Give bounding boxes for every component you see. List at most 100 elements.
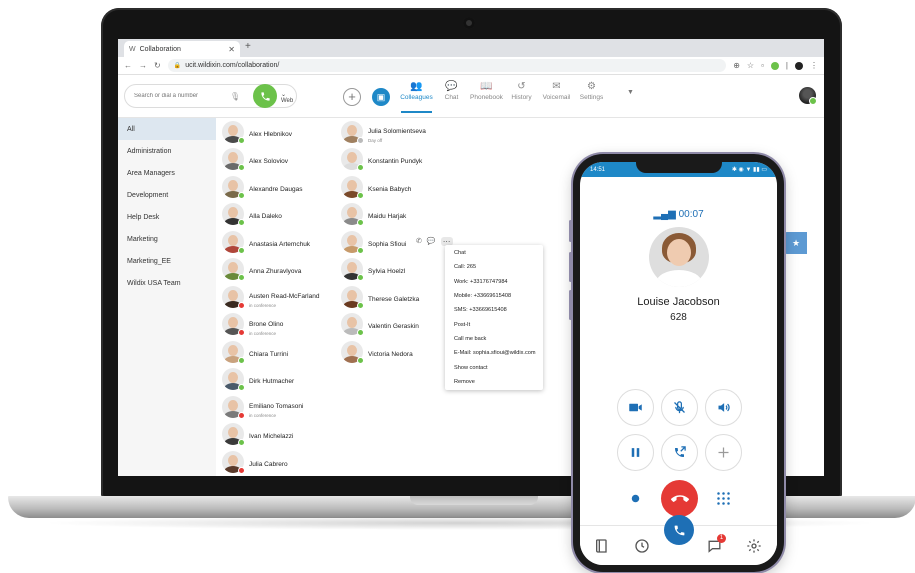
call-button[interactable] <box>253 84 277 108</box>
group-item[interactable]: Administration <box>118 140 216 162</box>
forward-icon[interactable]: → <box>139 61 147 70</box>
plus-icon <box>718 447 729 458</box>
phone-bottom-nav: 1 <box>580 515 777 565</box>
colleague-item[interactable]: Emiliano Tomasoni in conference <box>222 393 319 421</box>
settings-icon[interactable] <box>746 538 764 554</box>
colleague-item[interactable]: Therese Galetzka <box>341 283 426 311</box>
colleague-item[interactable]: Victoria Nedora <box>341 338 426 366</box>
colleague-item[interactable]: Valentin Geraskin <box>341 311 426 339</box>
close-tab-icon[interactable]: ✕ <box>228 45 235 54</box>
new-tab-icon[interactable]: + <box>245 41 251 52</box>
colleague-item[interactable]: Austen Read-McFarland in conference <box>222 283 319 311</box>
context-menu: Chat Call: 265 Work: +33176747984 Mobile: +… <box>445 245 543 390</box>
tab-voicemail[interactable]: ✉ Voicemail <box>539 80 574 114</box>
reload-icon[interactable]: ↻ <box>154 61 161 70</box>
app-toolbar: 🎙 ⌄ Web + ▣ 👥 Colleagues 💬 Chat 📖 <box>118 75 824 118</box>
hangup-button[interactable] <box>661 480 698 517</box>
colleague-item[interactable]: Maidu Harjak <box>341 201 426 229</box>
record-button[interactable] <box>617 480 654 517</box>
extension-green-icon[interactable] <box>770 61 779 70</box>
transfer-button[interactable] <box>661 434 698 471</box>
colleague-item[interactable]: Julia Cabrero <box>222 448 319 476</box>
context-menu-item[interactable]: E-Mail: sophia.sfioui@wildix.com <box>445 346 543 360</box>
my-avatar[interactable] <box>799 87 817 105</box>
bookmark-star-icon[interactable]: ☆ <box>747 61 754 70</box>
browser-tab[interactable]: W Collaboration ✕ <box>124 41 240 57</box>
speaker-button[interactable] <box>705 389 742 426</box>
colleague-item[interactable]: Konstantin Pundyk <box>341 146 426 174</box>
context-menu-item[interactable]: Work: +33176747984 <box>445 275 543 289</box>
group-item[interactable]: All <box>118 118 216 140</box>
screen-share-icon[interactable]: ▣ <box>372 88 390 106</box>
colleague-name: Therese Galetzka <box>368 295 420 303</box>
colleague-item[interactable]: Alex Soloviov <box>222 146 319 174</box>
context-menu-item[interactable]: Show contact <box>445 360 543 374</box>
add-icon[interactable]: + <box>343 88 361 106</box>
group-item[interactable]: Area Managers <box>118 162 216 184</box>
context-menu-item[interactable]: SMS: +33669615408 <box>445 303 543 317</box>
colleague-item[interactable]: Dirk Hutmacher <box>222 366 319 394</box>
colleague-item[interactable]: Alexandre Daugas <box>222 173 319 201</box>
phone-icon <box>260 91 270 101</box>
mute-button[interactable] <box>661 389 698 426</box>
colleague-item[interactable]: Anastasia Artemchuk <box>222 228 319 256</box>
call-icon[interactable]: ✆ <box>416 237 422 246</box>
tab-settings[interactable]: ⚙ Settings <box>574 80 609 114</box>
extension-icon[interactable]: ▫ <box>761 61 764 70</box>
search-input[interactable] <box>134 93 226 99</box>
colleague-item[interactable]: Alla Daleko <box>222 201 319 229</box>
tab-history[interactable]: ↺ History <box>504 80 539 114</box>
presence-status-icon <box>357 301 364 309</box>
tab-colleagues[interactable]: 👥 Colleagues <box>399 80 434 114</box>
tab-label: History <box>511 94 532 101</box>
colleague-item[interactable]: Alex Hlebnikov <box>222 118 319 146</box>
colleague-item[interactable]: Brone Olino in conference <box>222 311 319 339</box>
group-item[interactable]: Marketing <box>118 228 216 250</box>
chat-icon[interactable]: 💬 <box>427 237 436 246</box>
tab-label: Settings <box>579 94 604 101</box>
add-call-button[interactable] <box>705 434 742 471</box>
colleague-item[interactable]: Sylvia Hoelzl <box>341 256 426 284</box>
chevron-down-icon[interactable]: ▼ <box>627 89 634 96</box>
context-menu-item[interactable]: Remove <box>445 375 543 389</box>
url-text: ucit.wildixin.com/collaboration/ <box>185 62 280 69</box>
colleague-item[interactable]: Julia Solomientseva Day off <box>341 118 426 146</box>
context-menu-item[interactable]: Mobile: +33669615408 <box>445 289 543 303</box>
keypad-button[interactable] <box>705 480 742 517</box>
presence-status-icon <box>357 329 364 337</box>
back-icon[interactable]: ← <box>124 61 132 70</box>
signal-icon: ▂▄▆ <box>653 209 676 220</box>
group-item[interactable]: Help Desk <box>118 206 216 228</box>
presence-status-icon <box>238 411 245 419</box>
colleague-item[interactable]: Chiara Turrini <box>222 338 319 366</box>
address-bar: ← → ↻ 🔒 ucit.wildixin.com/collaboration/… <box>118 57 824 75</box>
chat-icon[interactable]: 1 <box>706 534 726 554</box>
microphone-icon[interactable]: 🎙 <box>230 92 240 101</box>
history-icon[interactable] <box>634 538 652 554</box>
video-button[interactable] <box>617 389 654 426</box>
hold-button[interactable] <box>617 434 654 471</box>
context-menu-item[interactable]: Post-It <box>445 317 543 331</box>
group-item[interactable]: Development <box>118 184 216 206</box>
profile-icon[interactable] <box>795 61 803 70</box>
url-field[interactable]: 🔒 ucit.wildixin.com/collaboration/ <box>167 59 727 72</box>
phonebook-icon[interactable] <box>594 538 612 554</box>
colleague-item[interactable]: Ivan Michelazzi <box>222 421 319 449</box>
colleague-item[interactable]: Ksenia Babych <box>341 173 426 201</box>
keypad-icon <box>717 492 730 505</box>
location-icon[interactable]: ⊕ <box>733 61 740 70</box>
context-menu-item[interactable]: Chat <box>445 246 543 260</box>
colleague-item[interactable]: Sophia Sfioui ✆ 💬… <box>341 228 453 256</box>
context-menu-item[interactable]: Call me back <box>445 332 543 346</box>
web-dropdown[interactable]: ⌄ Web <box>281 91 296 104</box>
colleague-item[interactable]: Anna Zhuravlyova <box>222 256 319 284</box>
colleague-name: Ivan Michelazzi <box>249 433 294 441</box>
dial-button[interactable] <box>664 515 694 545</box>
group-item[interactable]: Marketing_EE <box>118 250 216 272</box>
tab-phonebook[interactable]: 📖 Phonebook <box>469 80 504 114</box>
post-it-icon[interactable]: ★ <box>785 232 807 254</box>
group-item[interactable]: Wildix USA Team <box>118 272 216 294</box>
kebab-menu-icon[interactable]: ⋮ <box>810 61 818 70</box>
tab-chat[interactable]: 💬 Chat <box>434 80 469 114</box>
context-menu-item[interactable]: Call: 265 <box>445 260 543 274</box>
